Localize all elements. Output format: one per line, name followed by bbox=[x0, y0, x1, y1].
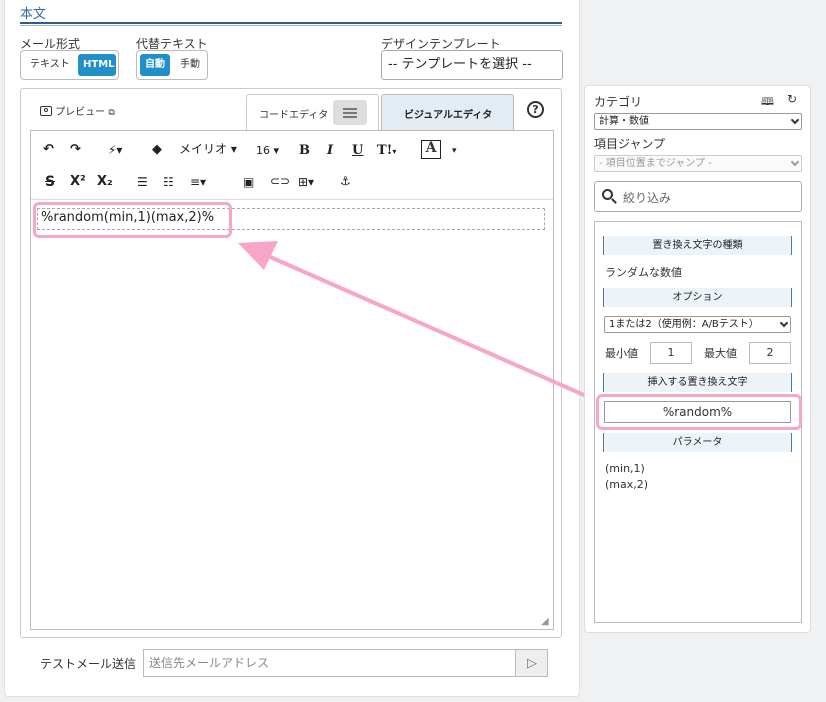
jump-select[interactable]: - 項目位置までジャンプ - bbox=[594, 155, 802, 172]
insert-header: 挿入する置き換え文字 bbox=[603, 373, 792, 392]
option-header: オプション bbox=[603, 288, 792, 307]
jump-select-value: - 項目位置までジャンプ - bbox=[599, 158, 712, 169]
param-header: パラメータ bbox=[603, 433, 792, 452]
param-item: (max,2) bbox=[605, 478, 649, 491]
option-select[interactable]: 1または2（使用例：A/Bテスト） bbox=[604, 316, 791, 333]
book-icon[interactable]: 🕮 bbox=[761, 93, 774, 112]
jump-label: 項目ジャンプ bbox=[594, 137, 666, 151]
option-select-value: 1または2（使用例：A/Bテスト） bbox=[609, 319, 759, 330]
category-label: カテゴリ bbox=[594, 95, 643, 109]
max-input[interactable]: 2 bbox=[749, 342, 791, 364]
min-label: 最小値 bbox=[605, 347, 638, 360]
type-value: ランダムな数値 bbox=[605, 266, 682, 279]
max-label: 最大値 bbox=[704, 347, 737, 360]
category-select[interactable]: 計算・数値 bbox=[594, 113, 802, 130]
send-button[interactable]: ▷ bbox=[515, 649, 548, 677]
filter-input[interactable]: 絞り込み bbox=[594, 181, 802, 212]
chevron-down-icon bbox=[790, 115, 800, 125]
chevron-down-icon bbox=[790, 157, 800, 167]
filter-placeholder: 絞り込み bbox=[623, 191, 672, 205]
send-icon: ▷ bbox=[527, 656, 537, 671]
insert-highlight-box bbox=[596, 394, 802, 430]
type-header: 置き換え文字の種類 bbox=[603, 236, 792, 255]
category-select-value: 計算・数値 bbox=[599, 116, 649, 127]
param-item: (min,1) bbox=[605, 462, 645, 475]
chevron-down-icon bbox=[779, 318, 789, 328]
search-icon-handle bbox=[611, 198, 617, 204]
test-mail-label: テストメール送信 bbox=[40, 657, 137, 671]
min-input[interactable]: 1 bbox=[650, 342, 692, 364]
test-mail-input[interactable]: 送信先メールアドレス bbox=[143, 649, 516, 677]
refresh-icon[interactable]: ↻ bbox=[787, 92, 797, 106]
